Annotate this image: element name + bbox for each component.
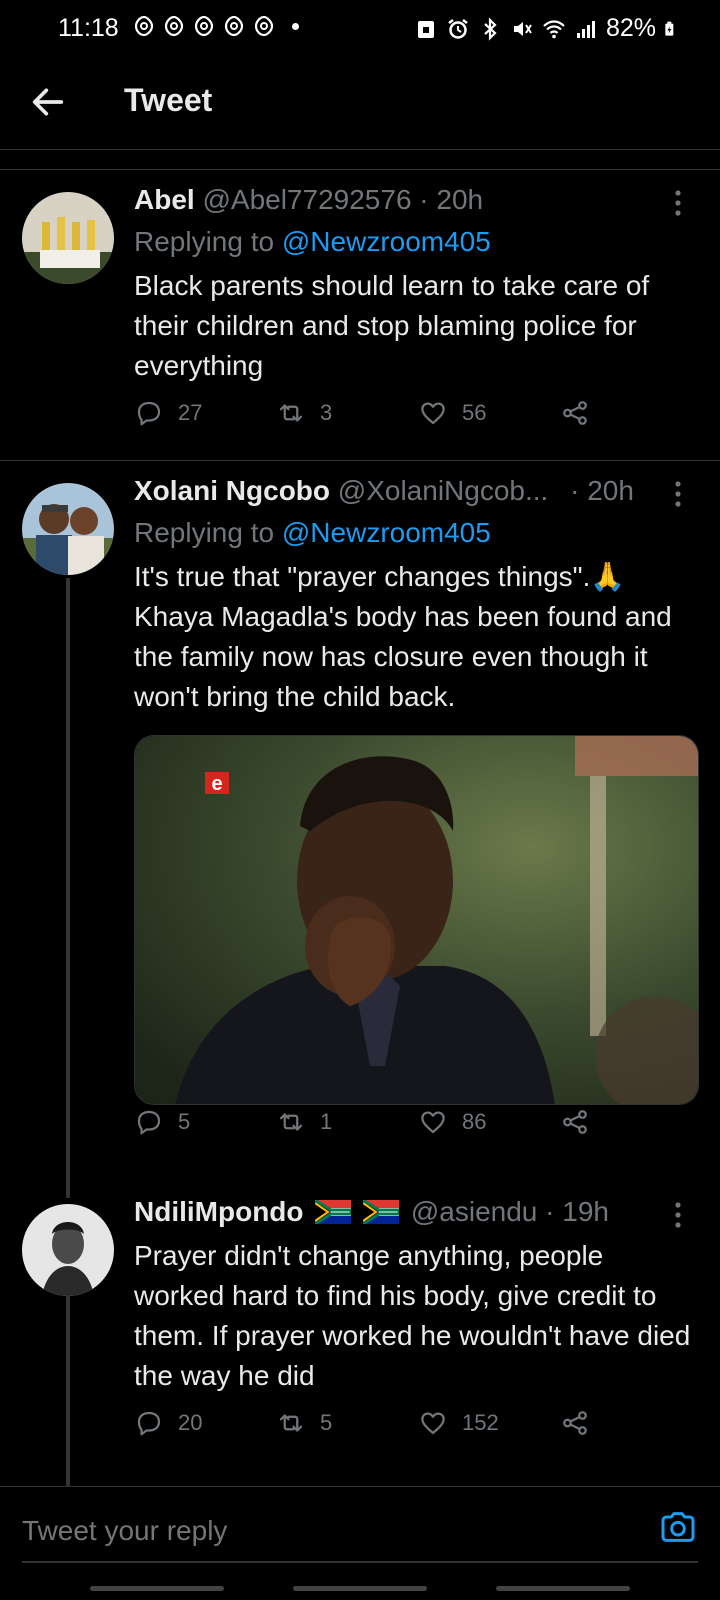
notification-icon — [134, 15, 154, 37]
battery-icon — [665, 21, 674, 36]
retweet-icon — [279, 1113, 303, 1131]
bluetooth-icon — [484, 16, 497, 41]
mute-icon — [513, 21, 532, 36]
more-notifications-dot — [292, 22, 299, 30]
tweet-ndilimpondo[interactable]: NdiliMpondo @asiendu · 19h Prayer didn't… — [0, 1182, 720, 1482]
page-title: Tweet — [124, 82, 213, 118]
tweet-media-image[interactable]: e — [134, 735, 699, 1105]
reply-count: 27 — [178, 400, 203, 425]
heart-icon — [421, 1412, 445, 1435]
tweet-time: · 20h — [570, 475, 634, 506]
retweet-button[interactable]: 3 — [276, 398, 332, 428]
reply-count: 20 — [178, 1410, 203, 1435]
lock-icon — [417, 20, 434, 38]
replying-prefix: Replying to — [134, 517, 275, 548]
tweet-text: Prayer didn't change anything, people wo… — [134, 1240, 691, 1391]
like-count: 86 — [462, 1109, 487, 1134]
share-button[interactable] — [560, 1107, 590, 1137]
nav-home[interactable] — [293, 1586, 427, 1591]
like-button[interactable]: 56 — [418, 398, 486, 428]
system-icons: 82% — [414, 14, 680, 43]
like-button[interactable]: 86 — [418, 1107, 486, 1137]
share-button[interactable] — [560, 1408, 590, 1438]
tweet-abel[interactable]: Abel @Abel77292576 · 20h Replying to @Ne… — [0, 170, 720, 460]
tweet-time: · 20h — [419, 184, 484, 215]
replying-to: Replying to @Newzroom405 — [134, 517, 491, 549]
more-options-icon[interactable] — [674, 190, 682, 216]
retweet-count: 5 — [320, 1410, 333, 1435]
reply-composer — [0, 1486, 720, 1586]
like-count: 152 — [462, 1410, 499, 1435]
avatar[interactable] — [22, 1204, 114, 1296]
more-options-icon[interactable] — [674, 481, 682, 507]
retweet-count: 3 — [320, 400, 333, 425]
tweet-header: Xolani Ngcobo @XolaniNgcob... · 20h — [134, 475, 634, 507]
tweet-time: · 19h — [545, 1196, 609, 1227]
notification-icon — [224, 15, 244, 37]
alarm-icon — [448, 18, 468, 39]
more-options-icon[interactable] — [674, 1202, 682, 1228]
mention-link[interactable]: @Newzroom405 — [282, 517, 491, 548]
back-arrow-icon[interactable] — [28, 82, 68, 122]
system-nav-bar — [0, 1586, 720, 1600]
user-handle[interactable]: @asiendu — [411, 1196, 538, 1227]
retweet-button[interactable]: 5 — [276, 1408, 332, 1438]
share-button[interactable] — [560, 398, 590, 428]
share-icon — [563, 1411, 587, 1435]
share-icon — [563, 401, 587, 425]
heart-icon — [421, 1111, 445, 1134]
tweet-actions: 5 1 86 — [134, 1107, 614, 1147]
retweet-button[interactable]: 1 — [276, 1107, 332, 1137]
reply-count: 5 — [178, 1109, 191, 1134]
notification-icon — [164, 15, 184, 37]
tweet-header: Abel @Abel77292576 · 20h — [134, 184, 483, 216]
display-name[interactable]: Xolani Ngcobo — [134, 475, 330, 506]
camera-icon[interactable] — [658, 1507, 698, 1547]
reply-underline — [22, 1561, 698, 1563]
tweet-actions: 27 3 56 — [134, 398, 614, 438]
avatar[interactable] — [22, 483, 114, 575]
south-africa-flag-icon — [315, 1200, 352, 1224]
heart-icon — [421, 402, 445, 425]
media-channel-badge: e — [211, 773, 222, 795]
reply-icon — [137, 1411, 161, 1436]
user-handle[interactable]: @XolaniNgcob... — [338, 475, 549, 506]
display-name[interactable]: NdiliMpondo — [134, 1196, 304, 1227]
reply-button[interactable]: 27 — [134, 398, 202, 428]
replying-to: Replying to @Newzroom405 — [134, 226, 491, 258]
reply-icon — [137, 1110, 161, 1135]
like-count: 56 — [462, 400, 487, 425]
top-app-bar: Tweet — [0, 60, 720, 150]
reply-input[interactable] — [22, 1515, 582, 1547]
notification-icon — [254, 15, 274, 37]
tweet-text: It's true that "prayer changes things".🙏… — [134, 561, 672, 712]
share-icon — [563, 1110, 587, 1134]
like-button[interactable]: 152 — [418, 1408, 499, 1438]
wifi-icon — [543, 19, 565, 38]
tweet-header: NdiliMpondo @asiendu · 19h — [134, 1196, 609, 1228]
status-time: 11:18 — [58, 14, 119, 42]
reply-icon — [137, 401, 161, 426]
notification-icons — [132, 14, 299, 38]
nav-back[interactable] — [496, 1586, 630, 1591]
battery-percent: 82% — [605, 14, 656, 42]
status-bar: 11:18 82% — [0, 0, 720, 56]
tweet-actions: 20 5 152 — [134, 1408, 614, 1448]
signal-icon — [576, 20, 595, 38]
reply-button[interactable]: 5 — [134, 1107, 190, 1137]
user-handle[interactable]: @Abel77292576 — [202, 184, 411, 215]
mention-link[interactable]: @Newzroom405 — [282, 226, 491, 257]
tweet-xolani[interactable]: Xolani Ngcobo @XolaniNgcob... · 20h Repl… — [0, 461, 720, 1181]
tweet-text: Black parents should learn to take care … — [134, 270, 650, 381]
replying-prefix: Replying to — [134, 226, 275, 257]
retweet-count: 1 — [320, 1109, 333, 1134]
notification-icon — [194, 15, 214, 37]
south-africa-flag-icon — [363, 1200, 400, 1224]
reply-button[interactable]: 20 — [134, 1408, 202, 1438]
retweet-icon — [279, 404, 303, 422]
nav-recents[interactable] — [90, 1586, 224, 1591]
avatar[interactable] — [22, 192, 114, 284]
retweet-icon — [279, 1414, 303, 1432]
display-name[interactable]: Abel — [134, 184, 195, 215]
